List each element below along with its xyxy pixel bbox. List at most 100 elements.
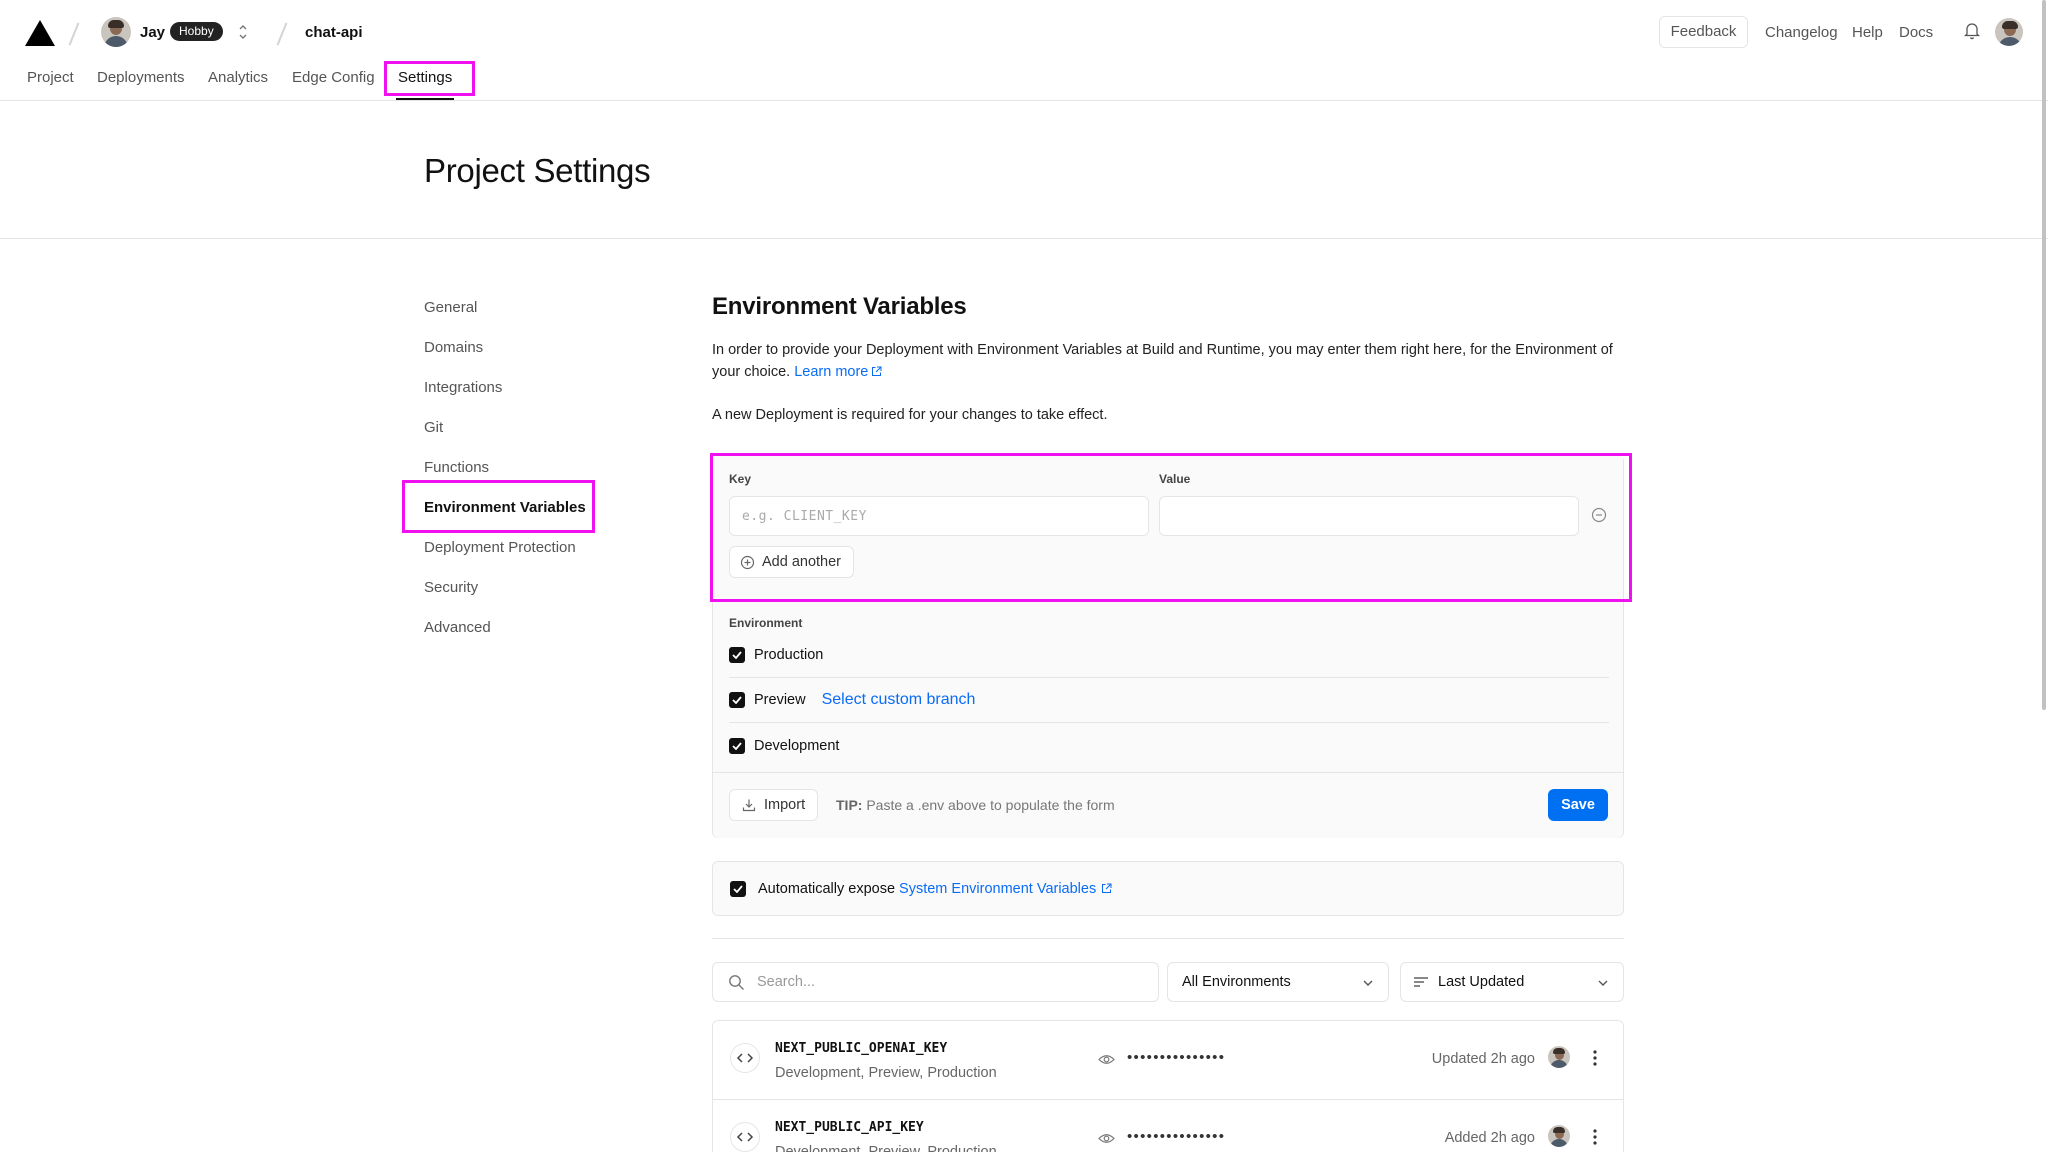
tab-project[interactable]: Project bbox=[27, 69, 74, 86]
variable-environments: Development, Preview, Production bbox=[775, 1065, 997, 1081]
value-input[interactable] bbox=[1159, 496, 1579, 536]
user-name[interactable]: Jay bbox=[140, 24, 165, 41]
system-env-vars-label[interactable]: System Environment Variables bbox=[899, 881, 1096, 897]
add-variable-form: Key Value Add another Environment Produc… bbox=[712, 455, 1624, 838]
tab-analytics[interactable]: Analytics bbox=[208, 69, 268, 86]
environment-development-row: Development bbox=[729, 723, 1609, 768]
env-variable-row[interactable]: NEXT_PUBLIC_OPENAI_KEY Development, Prev… bbox=[713, 1021, 1623, 1100]
variable-updated: Added 2h ago bbox=[1444, 1130, 1535, 1146]
environment-filter-select[interactable]: All Environments bbox=[1167, 962, 1389, 1002]
sidebar-item-integrations[interactable]: Integrations bbox=[424, 379, 502, 396]
page-scrollbar[interactable] bbox=[2042, 0, 2046, 710]
masked-value: ••••••••••••••• bbox=[1127, 1128, 1226, 1145]
production-label: Production bbox=[754, 647, 824, 663]
user-avatar[interactable] bbox=[101, 17, 131, 47]
sidebar-item-environment-variables[interactable]: Environment Variables bbox=[424, 499, 586, 516]
section-title: Environment Variables bbox=[712, 293, 967, 320]
project-name[interactable]: chat-api bbox=[305, 24, 363, 41]
code-icon bbox=[730, 1043, 760, 1073]
section-description: In order to provide your Deployment with… bbox=[712, 339, 1627, 383]
form-footer: Import TIP: Paste a .env above to popula… bbox=[713, 772, 1623, 838]
search-icon bbox=[729, 975, 744, 990]
add-another-label[interactable]: Add another bbox=[762, 554, 841, 570]
chevron-up-down-icon-svg bbox=[239, 25, 247, 39]
environment-preview-row: Preview Select custom branch bbox=[729, 678, 1609, 723]
sidebar-item-general[interactable]: General bbox=[424, 299, 477, 316]
help-link[interactable]: Help bbox=[1852, 24, 1883, 41]
key-value-section: Key Value Add another bbox=[713, 456, 1623, 601]
code-brackets-glyph bbox=[736, 1053, 754, 1063]
add-another-button[interactable]: Add another bbox=[729, 546, 855, 578]
sidebar-item-advanced[interactable]: Advanced bbox=[424, 619, 491, 636]
environment-production-row: Production bbox=[729, 633, 1609, 678]
auto-expose-text: Automatically expose System Environment … bbox=[758, 881, 1112, 897]
search-input[interactable] bbox=[757, 963, 1147, 1001]
docs-link[interactable]: Docs bbox=[1899, 24, 1933, 41]
section-divider bbox=[712, 938, 1624, 939]
env-variable-row[interactable]: NEXT_PUBLIC_API_KEY Development, Preview… bbox=[713, 1100, 1623, 1152]
import-label[interactable]: Import bbox=[764, 797, 805, 813]
more-vertical-icon[interactable] bbox=[1593, 1049, 1597, 1067]
feedback-button[interactable]: Feedback bbox=[1659, 16, 1748, 48]
sidebar-item-domains[interactable]: Domains bbox=[424, 339, 483, 356]
bell-icon[interactable] bbox=[1964, 22, 1980, 40]
tab-deployments[interactable]: Deployments bbox=[97, 69, 185, 86]
chevron-up-down-icon[interactable] bbox=[237, 20, 249, 44]
learn-more-label[interactable]: Learn more bbox=[794, 364, 868, 380]
tab-settings[interactable]: Settings bbox=[398, 69, 452, 86]
checkmark-icon bbox=[732, 741, 742, 750]
sidebar-item-security[interactable]: Security bbox=[424, 579, 478, 596]
search-field[interactable] bbox=[712, 962, 1159, 1002]
page-title: Project Settings bbox=[424, 152, 651, 189]
preview-label: Preview bbox=[754, 692, 806, 708]
masked-value: ••••••••••••••• bbox=[1127, 1049, 1226, 1066]
preview-checkbox[interactable] bbox=[729, 692, 745, 708]
system-env-vars-link[interactable]: System Environment Variables bbox=[899, 881, 1112, 897]
page-header: Project Settings bbox=[0, 101, 2048, 239]
key-label: Key bbox=[729, 472, 752, 486]
checkmark-icon bbox=[732, 651, 742, 659]
sidebar-item-deployment-protection[interactable]: Deployment Protection bbox=[424, 539, 576, 556]
sidebar-item-git[interactable]: Git bbox=[424, 419, 443, 436]
development-label: Development bbox=[754, 737, 840, 754]
external-link-icon bbox=[872, 366, 882, 376]
key-input[interactable] bbox=[729, 496, 1149, 536]
chevron-down-icon bbox=[1598, 980, 1608, 986]
account-avatar[interactable] bbox=[1995, 18, 2023, 46]
more-vertical-icon[interactable] bbox=[1593, 1128, 1597, 1146]
chevron-down-icon bbox=[1363, 980, 1373, 986]
checkmark-icon bbox=[733, 884, 743, 893]
import-button[interactable]: Import bbox=[729, 789, 819, 821]
vercel-triangle-icon[interactable] bbox=[25, 20, 55, 46]
top-header: Jay Hobby chat-api Feedback Changelog He… bbox=[0, 0, 2048, 101]
avatar bbox=[1548, 1125, 1570, 1147]
remove-row-icon[interactable] bbox=[1590, 506, 1608, 524]
variable-environments: Development, Preview, Production bbox=[775, 1144, 997, 1152]
tab-edge-config[interactable]: Edge Config bbox=[292, 69, 375, 86]
sort-lines-icon bbox=[1414, 977, 1428, 987]
sort-value[interactable]: Last Updated bbox=[1438, 974, 1524, 990]
breadcrumb-separator bbox=[276, 22, 288, 46]
select-custom-branch-link[interactable]: Select custom branch bbox=[822, 691, 976, 709]
production-checkbox[interactable] bbox=[729, 647, 745, 663]
code-brackets-glyph bbox=[736, 1132, 754, 1142]
development-checkbox[interactable] bbox=[729, 737, 745, 754]
save-button[interactable]: Save bbox=[1548, 789, 1608, 821]
changelog-link[interactable]: Changelog bbox=[1765, 24, 1838, 41]
eye-icon[interactable] bbox=[1098, 1053, 1115, 1066]
deployment-notice: A new Deployment is required for your ch… bbox=[712, 407, 1108, 423]
plus-circle-icon bbox=[740, 555, 755, 569]
environment-filter-value[interactable]: All Environments bbox=[1182, 974, 1291, 990]
sort-select[interactable]: Last Updated bbox=[1400, 962, 1624, 1002]
plan-badge: Hobby bbox=[170, 22, 223, 41]
external-link-icon bbox=[1102, 883, 1112, 893]
variable-updated: Updated 2h ago bbox=[1431, 1051, 1535, 1067]
variable-name: NEXT_PUBLIC_API_KEY bbox=[775, 1120, 924, 1135]
learn-more-link[interactable]: Learn more bbox=[794, 364, 882, 380]
auto-expose-checkbox[interactable] bbox=[730, 880, 746, 897]
eye-icon[interactable] bbox=[1098, 1132, 1115, 1145]
env-variable-list: NEXT_PUBLIC_OPENAI_KEY Development, Prev… bbox=[712, 1020, 1624, 1152]
auto-expose-label: Automatically expose bbox=[758, 880, 896, 897]
value-label: Value bbox=[1159, 472, 1191, 486]
sidebar-item-functions[interactable]: Functions bbox=[424, 459, 489, 476]
